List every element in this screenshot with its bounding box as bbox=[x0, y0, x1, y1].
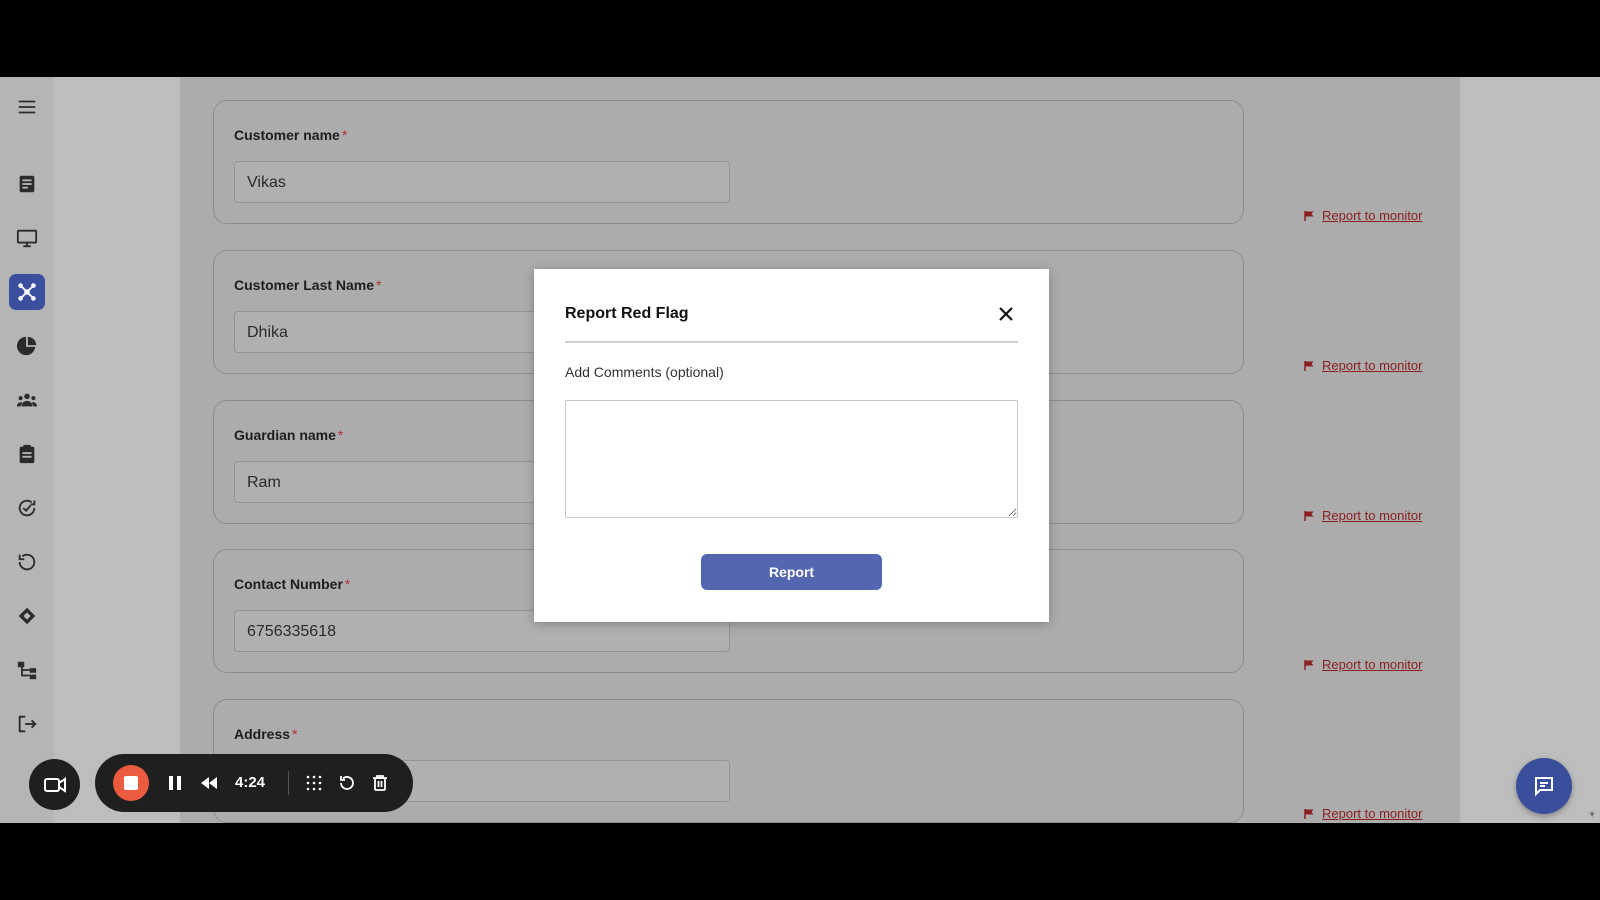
stop-icon bbox=[124, 776, 138, 790]
refresh-icon[interactable] bbox=[9, 544, 45, 580]
scrollbar[interactable]: ▼ bbox=[1582, 77, 1600, 823]
toolbar-divider bbox=[288, 771, 289, 795]
sidebar bbox=[0, 77, 54, 823]
camera-toggle-button[interactable] bbox=[29, 759, 80, 810]
trash-icon bbox=[373, 775, 387, 791]
scroll-down-icon[interactable]: ▼ bbox=[1588, 810, 1596, 819]
recording-toolbar: 4:24 bbox=[95, 754, 413, 812]
report-to-monitor-link[interactable]: Report to monitor bbox=[1304, 508, 1422, 523]
comments-textarea[interactable] bbox=[565, 400, 1018, 518]
restart-button[interactable] bbox=[335, 771, 359, 795]
close-icon[interactable] bbox=[994, 302, 1018, 326]
flag-icon bbox=[1304, 360, 1314, 371]
delete-recording-button[interactable] bbox=[368, 771, 392, 795]
pie-chart-icon[interactable] bbox=[9, 328, 45, 364]
report-to-monitor-link[interactable]: Report to monitor bbox=[1304, 208, 1422, 223]
field-label: Contact Number * bbox=[234, 576, 351, 592]
grid-button[interactable] bbox=[302, 771, 326, 795]
report-button[interactable]: Report bbox=[701, 554, 882, 590]
video-camera-icon bbox=[43, 776, 66, 793]
recording-timer: 4:24 bbox=[235, 774, 266, 791]
report-to-monitor-link[interactable]: Report to monitor bbox=[1304, 358, 1422, 373]
field-label: Customer Last Name * bbox=[234, 277, 382, 293]
verified-icon[interactable] bbox=[9, 490, 45, 526]
chat-button[interactable] bbox=[1516, 758, 1572, 814]
modal-title: Report Red Flag bbox=[565, 305, 689, 322]
hierarchy-icon[interactable] bbox=[9, 652, 45, 688]
pause-button[interactable] bbox=[163, 771, 187, 795]
users-icon[interactable] bbox=[9, 382, 45, 418]
field-label: Address * bbox=[234, 726, 298, 742]
network-icon[interactable] bbox=[9, 274, 45, 310]
rewind-icon bbox=[201, 777, 217, 789]
flag-icon bbox=[1304, 659, 1314, 670]
rewind-button[interactable] bbox=[197, 771, 221, 795]
flag-icon bbox=[1304, 510, 1314, 521]
stop-recording-button[interactable] bbox=[113, 765, 149, 801]
field-label: Customer name * bbox=[234, 127, 348, 143]
logout-icon[interactable] bbox=[9, 706, 45, 742]
comments-label: Add Comments (optional) bbox=[565, 364, 724, 380]
document-icon[interactable] bbox=[9, 166, 45, 202]
report-red-flag-modal: Report Red Flag Add Comments (optional) … bbox=[534, 269, 1049, 622]
chat-icon bbox=[1535, 777, 1553, 797]
report-to-monitor-link[interactable]: Report to monitor bbox=[1304, 657, 1422, 672]
flag-icon bbox=[1304, 808, 1314, 819]
modal-divider bbox=[565, 341, 1018, 343]
handshake-icon[interactable] bbox=[9, 598, 45, 634]
pause-icon bbox=[169, 776, 181, 790]
monitor-icon[interactable] bbox=[9, 220, 45, 256]
grid-icon bbox=[306, 775, 322, 791]
restart-icon bbox=[340, 776, 354, 790]
field-card-customer-name: Customer name * Vikas bbox=[213, 100, 1244, 224]
app-frame: Customer name * Vikas Customer Last Name *… bbox=[0, 77, 1600, 823]
customer-name-input[interactable]: Vikas bbox=[234, 161, 730, 203]
clipboard-icon[interactable] bbox=[9, 436, 45, 472]
field-label: Guardian name * bbox=[234, 427, 344, 443]
report-to-monitor-link[interactable]: Report to monitor bbox=[1304, 806, 1422, 821]
menu-icon[interactable] bbox=[9, 89, 45, 125]
flag-icon bbox=[1304, 210, 1314, 221]
